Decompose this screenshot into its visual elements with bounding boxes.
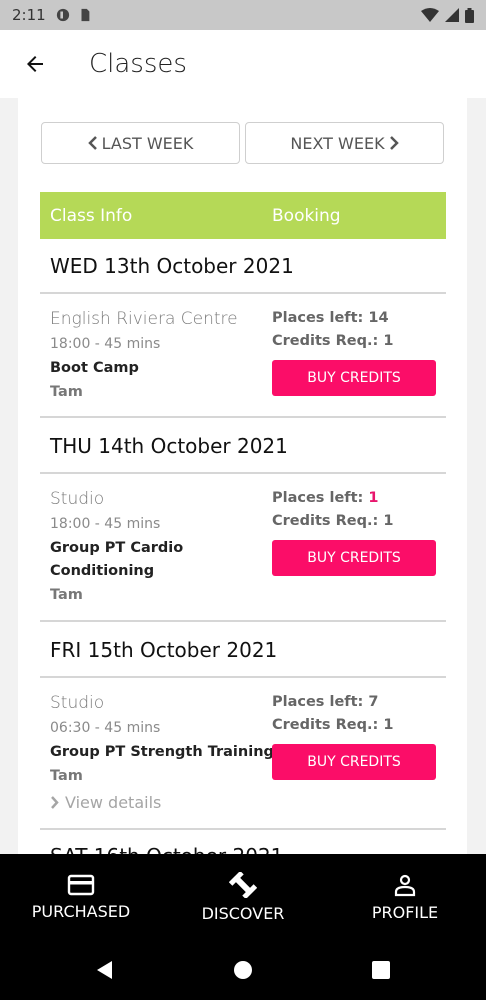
nav-discover-label: DISCOVER (201, 903, 285, 923)
places-left: Places left: 7 (272, 694, 379, 710)
next-week-label: NEXT WEEK (290, 133, 385, 153)
nav-purchased[interactable]: PURCHASED (0, 854, 162, 940)
arrow-left-icon (27, 56, 43, 72)
credits-value: 1 (383, 717, 394, 733)
recents-square-icon[interactable] (371, 960, 391, 980)
home-circle-icon[interactable] (233, 960, 253, 980)
credits-label: Credits Req.: (272, 717, 379, 733)
view-details-label: View details (65, 793, 162, 812)
day-heading: WED 13th October 2021 (50, 254, 294, 278)
class-time: 06:30 - 45 mins (50, 720, 161, 736)
class-name: Group PT Strength Training (50, 744, 274, 760)
back-button[interactable] (0, 30, 70, 98)
nav-profile-label: PROFILE (371, 902, 439, 922)
nav-profile[interactable]: PROFILE (324, 854, 486, 940)
class-time: 18:00 - 45 mins (50, 516, 161, 532)
notification-icon (56, 8, 69, 22)
status-icons (421, 7, 474, 23)
status-bar: 2:11 (0, 0, 486, 30)
places-left: Places left: 14 (272, 310, 389, 326)
class-trainer: Tam (50, 384, 83, 400)
places-left-label: Places left: (272, 490, 364, 506)
credits-required: Credits Req.: 1 (272, 717, 393, 733)
back-triangle-icon[interactable] (95, 960, 115, 980)
divider (40, 620, 446, 622)
places-left-value: 14 (368, 310, 389, 326)
credits-label: Credits Req.: (272, 333, 379, 349)
class-name: Group PT Cardio Conditioning (50, 540, 184, 579)
divider (40, 676, 446, 678)
buy-credits-button[interactable]: BUY CREDITS (272, 360, 436, 396)
divider (40, 292, 446, 294)
nav-discover[interactable]: DISCOVER (162, 854, 324, 940)
places-left-value: 1 (368, 490, 379, 506)
app-bar: Classes (0, 30, 486, 98)
class-location: Studio (50, 489, 105, 509)
header-class-info: Class Info (50, 205, 133, 226)
table-header: Class Info Booking (40, 192, 446, 239)
class-location: English Riviera Centre (50, 309, 238, 329)
page-title: Classes (89, 49, 187, 79)
divider (40, 416, 446, 418)
last-week-label: LAST WEEK (101, 133, 194, 153)
nav-purchased-label: PURCHASED (31, 901, 131, 921)
credits-value: 1 (383, 333, 394, 349)
class-trainer: Tam (50, 587, 83, 603)
header-booking: Booking (272, 205, 341, 226)
class-trainer: Tam (50, 768, 83, 784)
chevron-right-icon (51, 796, 59, 809)
person-icon (394, 874, 416, 896)
next-week-button[interactable]: NEXT WEEK (245, 122, 444, 164)
sd-card-icon (81, 8, 90, 22)
places-left-value: 7 (368, 694, 379, 710)
signal-icon (445, 8, 459, 22)
day-heading: THU 14th October 2021 (50, 434, 288, 458)
wifi-icon (421, 8, 439, 22)
day-heading: SAT 16th October 2021 (50, 844, 283, 854)
divider (40, 472, 446, 474)
class-time: 18:00 - 45 mins (50, 336, 161, 352)
week-navigation: LAST WEEK NEXT WEEK (41, 122, 444, 164)
places-left-label: Places left: (272, 694, 364, 710)
view-details-link[interactable]: View details (50, 793, 161, 812)
system-navigation (0, 940, 486, 1000)
credits-label: Credits Req.: (272, 513, 379, 529)
places-left-label: Places left: (272, 310, 364, 326)
credit-card-icon (67, 874, 95, 895)
day-heading: FRI 15th October 2021 (50, 638, 278, 662)
places-left: Places left: 1 (272, 490, 379, 506)
buy-credits-button[interactable]: BUY CREDITS (272, 540, 436, 576)
class-location: Studio (50, 693, 105, 713)
last-week-button[interactable]: LAST WEEK (41, 122, 240, 164)
buy-credits-button[interactable]: BUY CREDITS (272, 744, 436, 780)
credits-value: 1 (383, 513, 394, 529)
dumbbell-icon (229, 871, 257, 898)
credits-required: Credits Req.: 1 (272, 333, 393, 349)
divider (40, 828, 446, 830)
bottom-navigation: PURCHASED DISCOVER PROFILE (0, 854, 486, 940)
status-time: 2:11 (12, 6, 46, 24)
credits-required: Credits Req.: 1 (272, 513, 393, 529)
class-schedule[interactable]: LAST WEEK NEXT WEEK Class Info Booking W… (18, 98, 467, 854)
class-name: Boot Camp (50, 360, 139, 376)
chevron-right-icon (389, 136, 399, 150)
chevron-left-icon (87, 136, 97, 150)
battery-icon (465, 7, 474, 23)
